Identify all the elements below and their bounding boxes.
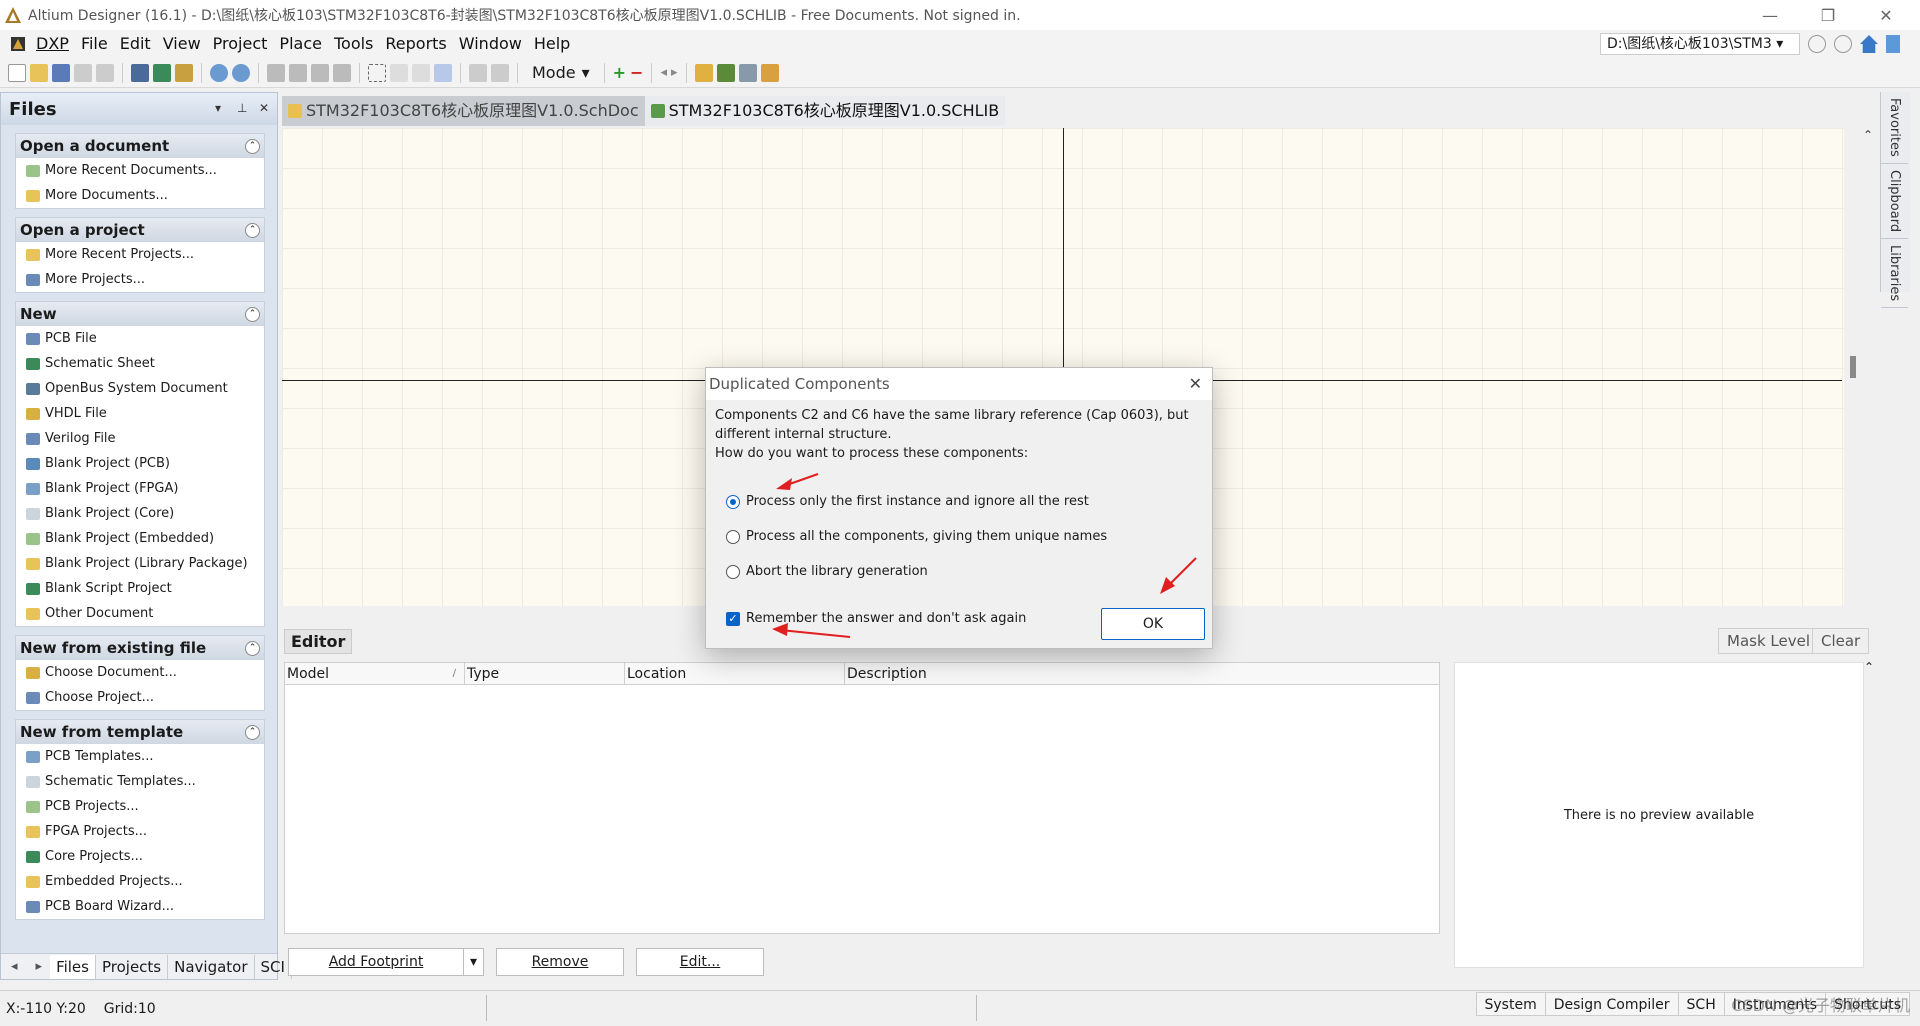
annotation-arrow-icon bbox=[1160, 557, 1197, 594]
annotation-arrow-icon bbox=[776, 473, 819, 490]
annotation-arrow-icon bbox=[772, 623, 851, 638]
annotation-arrows bbox=[772, 473, 1197, 638]
